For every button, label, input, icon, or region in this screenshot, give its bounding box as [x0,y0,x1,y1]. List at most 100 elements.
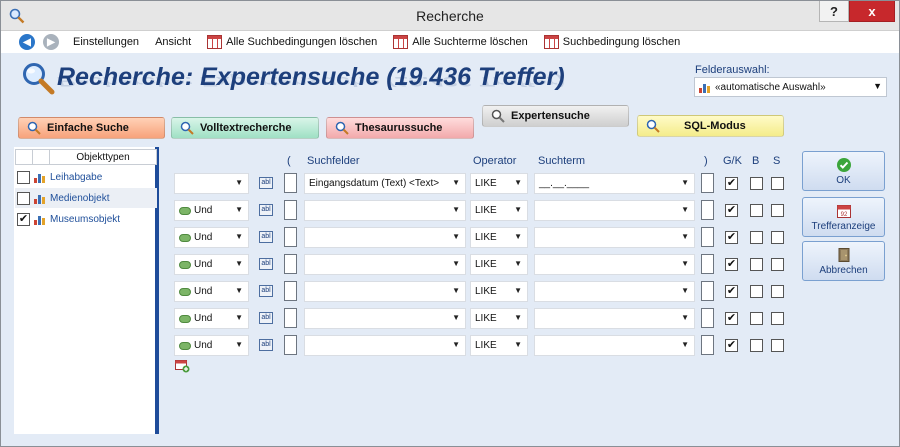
chevron-down-icon: ▼ [681,259,689,268]
criteria-row: Und ▼ abl ▼ LIKE ▼ ▼ ✔ [1,335,899,357]
abbrechen-button[interactable]: Abbrechen [802,241,885,281]
tab-thesaurussuche[interactable]: Thesaurussuche [326,117,474,139]
operator-select[interactable]: LIKE ▼ [470,254,528,275]
open-paren-field[interactable] [284,335,297,355]
connector-select[interactable]: Und ▼ [174,200,249,221]
suchfeld-select[interactable]: ▼ [304,281,466,302]
ansicht-menu[interactable]: Ansicht [155,36,191,48]
connector-select[interactable]: ▼ [174,173,249,194]
felderauswahl-value: «automatische Auswahl» [715,81,826,93]
tab-label: Thesaurussuche [355,122,443,134]
clear-all-conditions-button[interactable]: Alle Suchbedingungen löschen [207,35,377,49]
suchterm-input[interactable]: ▼ [534,308,695,329]
chevron-down-icon: ▼ [452,205,460,214]
field-type-icon[interactable]: abl [259,285,273,297]
operator-select[interactable]: LIKE ▼ [470,308,528,329]
operator-select[interactable]: LIKE ▼ [470,200,528,221]
field-type-icon[interactable]: abl [259,231,273,243]
suchterm-input[interactable]: ▼ [534,200,695,221]
b-checkbox[interactable] [750,312,763,325]
suchfeld-select[interactable]: ▼ [304,200,466,221]
gk-checkbox[interactable]: ✔ [725,177,738,190]
tab-einfache-suche[interactable]: Einfache Suche [18,117,165,139]
s-checkbox[interactable] [771,339,784,352]
gk-checkbox[interactable]: ✔ [725,204,738,217]
operator-select[interactable]: LIKE ▼ [470,173,528,194]
connector-select[interactable]: Und ▼ [174,281,249,302]
close-button[interactable]: x [849,1,895,22]
suchfeld-select[interactable]: Eingangsdatum (Text) <Text> ▼ [304,173,466,194]
connector-select[interactable]: Und ▼ [174,308,249,329]
gk-checkbox[interactable]: ✔ [725,339,738,352]
field-type-icon[interactable]: abl [259,204,273,216]
felderauswahl-select[interactable]: «automatische Auswahl» ▼ [694,77,887,97]
open-paren-field[interactable] [284,308,297,328]
clear-all-conditions-label: Alle Suchbedingungen löschen [226,36,378,48]
operator-select[interactable]: LIKE ▼ [470,335,528,356]
field-type-icon[interactable]: abl [259,177,273,189]
connector-value: Und [194,313,213,324]
add-row-icon[interactable] [175,360,190,373]
forward-arrow-icon[interactable]: ▶ [43,34,59,50]
tab-sql-modus[interactable]: SQL-Modus [637,115,784,137]
suchfeld-select[interactable]: ▼ [304,335,466,356]
s-checkbox[interactable] [771,177,784,190]
ok-button[interactable]: OK [802,151,885,191]
open-paren-field[interactable] [284,254,297,274]
einstellungen-menu[interactable]: Einstellungen [73,36,139,48]
magnifier-icon [491,109,505,123]
gk-checkbox[interactable]: ✔ [725,285,738,298]
b-checkbox[interactable] [750,204,763,217]
b-checkbox[interactable] [750,339,763,352]
connector-select[interactable]: Und ▼ [174,254,249,275]
ansicht-label: Ansicht [155,36,192,48]
open-paren-field[interactable] [284,227,297,247]
suchfeld-select[interactable]: ▼ [304,308,466,329]
connector-select[interactable]: Und ▼ [174,227,249,248]
trefferanzeige-button[interactable]: 92 Trefferanzeige [802,197,885,237]
open-paren-field[interactable] [284,200,297,220]
open-paren-field[interactable] [284,281,297,301]
close-paren-field[interactable] [701,173,714,193]
suchterm-input[interactable]: ▼ [534,281,695,302]
b-checkbox[interactable] [750,258,763,271]
open-paren-field[interactable] [284,173,297,193]
close-paren-field[interactable] [701,308,714,328]
magnifier-icon [23,63,55,95]
suchterm-input[interactable]: ▼ [534,335,695,356]
b-checkbox[interactable] [750,177,763,190]
connector-select[interactable]: Und ▼ [174,335,249,356]
close-paren-field[interactable] [701,335,714,355]
gk-checkbox[interactable]: ✔ [725,231,738,244]
operator-select[interactable]: LIKE ▼ [470,281,528,302]
gk-checkbox[interactable]: ✔ [725,312,738,325]
close-paren-field[interactable] [701,227,714,247]
suchterm-input[interactable]: ▼ [534,254,695,275]
operator-select[interactable]: LIKE ▼ [470,227,528,248]
s-checkbox[interactable] [771,285,784,298]
suchfeld-select[interactable]: ▼ [304,254,466,275]
close-paren-field[interactable] [701,254,714,274]
delete-condition-button[interactable]: Suchbedingung löschen [543,35,680,49]
suchterm-input[interactable]: ▼ [534,227,695,248]
b-checkbox[interactable] [750,231,763,244]
suchterm-input[interactable]: __.__.____ ▼ [534,173,695,194]
tab-volltextrecherche[interactable]: Volltextrecherche [171,117,319,139]
field-type-icon[interactable]: abl [259,258,273,270]
back-arrow-icon[interactable]: ◀ [19,34,35,50]
clear-all-terms-button[interactable]: Alle Suchterme löschen [393,35,528,49]
gk-checkbox[interactable]: ✔ [725,258,738,271]
field-type-icon[interactable]: abl [259,312,273,324]
close-paren-field[interactable] [701,200,714,220]
help-button[interactable]: ? [819,1,849,22]
s-checkbox[interactable] [771,312,784,325]
b-checkbox[interactable] [750,285,763,298]
s-checkbox[interactable] [771,231,784,244]
s-checkbox[interactable] [771,258,784,271]
field-type-icon[interactable]: abl [259,339,273,351]
suchfeld-select[interactable]: ▼ [304,227,466,248]
s-checkbox[interactable] [771,204,784,217]
criteria-row: ▼ abl Eingangsdatum (Text) <Text> ▼ LIKE ▼ __.… [1,173,899,195]
close-paren-field[interactable] [701,281,714,301]
tab-expertensuche[interactable]: Expertensuche [482,105,629,127]
